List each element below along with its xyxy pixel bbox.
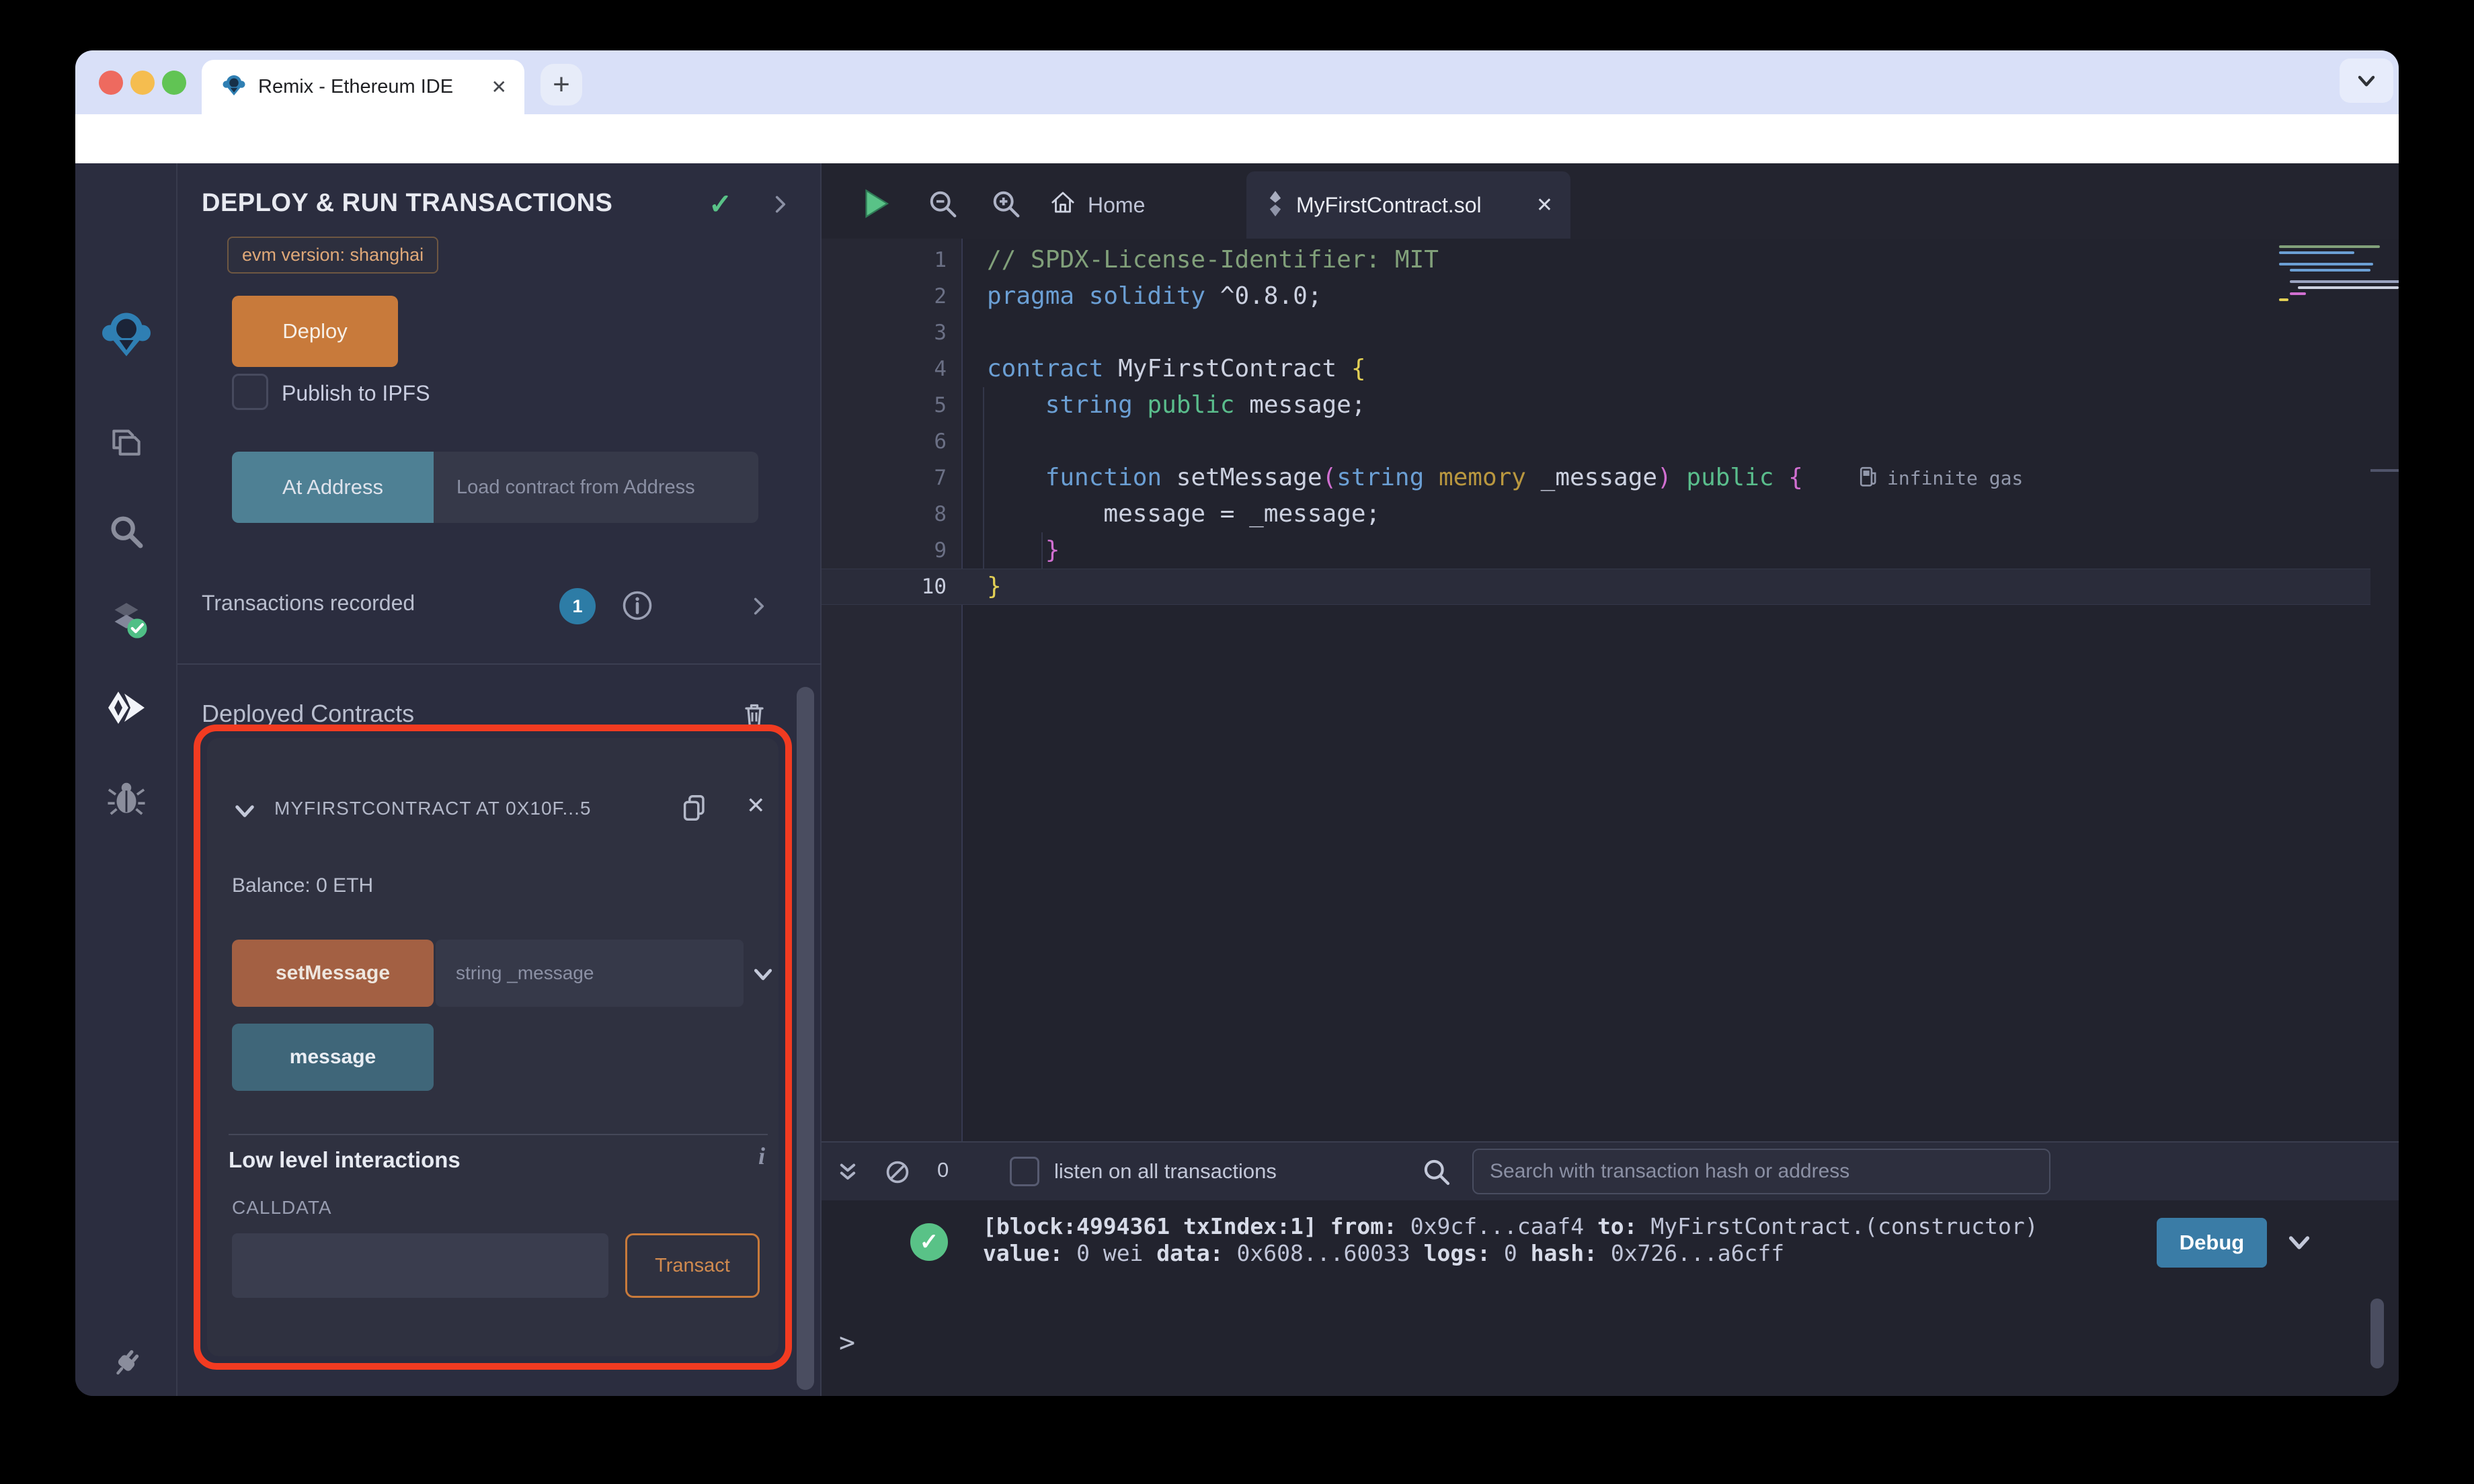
calldata-label: CALLDATA	[232, 1197, 332, 1218]
browser-tab-strip: Remix - Ethereum IDE ✕ +	[75, 50, 2399, 114]
run-script-play-icon[interactable]	[859, 188, 891, 223]
set-message-button[interactable]: setMessage	[232, 940, 434, 1007]
publish-ipfs-label: Publish to IPFS	[282, 381, 430, 405]
panel-scrollbar[interactable]	[797, 687, 814, 1390]
terminal-collapse-icon[interactable]	[834, 1158, 862, 1190]
plugin-manager-icon[interactable]	[102, 1339, 151, 1387]
solidity-compiler-icon[interactable]	[102, 593, 151, 642]
remix-favicon-icon	[222, 73, 246, 101]
editor-zoom-in-icon[interactable]	[991, 189, 1022, 223]
expand-args-chevron-icon[interactable]	[750, 962, 776, 991]
code-content[interactable]: // SPDX-License-Identifier: MIT pragma so…	[987, 242, 1803, 605]
solidity-file-icon	[1265, 190, 1285, 220]
copy-address-icon[interactable]	[679, 792, 710, 823]
deploy-run-icon[interactable]	[102, 684, 151, 732]
editor-minimap[interactable]	[2279, 245, 2399, 304]
transactions-count-badge: 1	[559, 588, 596, 624]
search-icon[interactable]	[102, 507, 151, 556]
tx-log-line-2[interactable]: value: 0 wei data: 0x608...60033 logs: 0…	[983, 1240, 2166, 1267]
at-address-button[interactable]: At Address	[232, 452, 434, 523]
macos-zoom-button[interactable]	[162, 71, 186, 95]
clear-console-icon[interactable]	[883, 1158, 912, 1190]
transaction-search-input[interactable]	[1472, 1149, 2050, 1194]
contract-balance: Balance: 0 ETH	[232, 874, 374, 897]
macos-minimize-button[interactable]	[130, 71, 155, 95]
deployed-contracts-title: Deployed Contracts	[202, 700, 415, 727]
deploy-button[interactable]: Deploy	[232, 296, 398, 367]
debug-button[interactable]: Debug	[2157, 1218, 2267, 1268]
tx-success-check-icon: ✓	[910, 1223, 948, 1261]
new-tab-button[interactable]: +	[541, 64, 582, 106]
message-getter-button[interactable]: message	[232, 1024, 434, 1091]
transactions-recorded-label: Transactions recorded	[202, 591, 415, 615]
indent-guide	[983, 387, 984, 569]
panel-chevron-right-icon[interactable]	[769, 193, 792, 219]
tab-search-chevron-icon[interactable]	[2340, 58, 2393, 103]
debugger-icon[interactable]	[102, 772, 151, 821]
panel-check-icon: ✓	[709, 188, 733, 220]
editor-scrollbar-marker[interactable]	[2370, 469, 2399, 472]
low-level-interactions-title: Low level interactions	[229, 1147, 461, 1172]
gas-estimate-annotation: infinite gas	[1859, 462, 2023, 494]
tab-myfirstcontract-sol[interactable]: MyFirstContract.sol ✕	[1246, 171, 1570, 239]
terminal-search-icon	[1421, 1157, 1451, 1190]
transactions-chevron-right-icon[interactable]	[748, 595, 770, 621]
home-icon	[1049, 188, 1077, 222]
remix-logo-icon	[102, 310, 151, 358]
evm-version-badge: evm version: shanghai	[227, 237, 439, 274]
transact-button[interactable]: Transact	[625, 1233, 760, 1298]
tx-log-line-1[interactable]: [block:4994361 txIndex:1] from: 0x9cf...…	[983, 1213, 2166, 1240]
card-divider	[229, 1134, 768, 1135]
calldata-input[interactable]	[232, 1233, 608, 1298]
tab-title: Remix - Ethereum IDE	[258, 76, 454, 97]
load-contract-address-input[interactable]	[434, 452, 758, 523]
editor-zoom-out-icon[interactable]	[928, 189, 959, 223]
gas-pump-icon	[1859, 464, 1879, 492]
home-tab-label: Home	[1088, 192, 1146, 217]
file-explorer-icon[interactable]	[102, 417, 151, 466]
tab-home[interactable]: Home	[1049, 171, 1197, 239]
tab-close-icon[interactable]: ✕	[491, 76, 507, 98]
panel-title: DEPLOY & RUN TRANSACTIONS	[202, 189, 613, 217]
macos-close-button[interactable]	[99, 71, 123, 95]
file-tab-label: MyFirstContract.sol	[1296, 192, 1482, 217]
remove-contract-icon[interactable]: ✕	[746, 792, 766, 819]
remix-icon-rail	[75, 163, 177, 1396]
set-message-arg-input[interactable]	[436, 940, 744, 1007]
transactions-info-icon[interactable]	[621, 589, 653, 622]
contract-instance-title: MYFIRSTCONTRACT AT 0X10F...5	[274, 798, 592, 819]
browser-window: Remix - Ethereum IDE ✕ + remix.ethereum.…	[75, 50, 2399, 1396]
publish-ipfs-checkbox[interactable]	[232, 374, 268, 410]
pending-tx-count: 0	[937, 1158, 949, 1182]
listen-transactions-label: listen on all transactions	[1054, 1159, 1277, 1183]
file-tab-close-icon[interactable]: ✕	[1536, 194, 1553, 217]
gas-annotation-label: infinite gas	[1887, 466, 2024, 489]
expand-log-chevron-icon[interactable]	[2284, 1228, 2314, 1261]
line-numbers: 1 2 3 4 5 6 7 8 9 10	[921, 248, 947, 599]
listen-transactions-checkbox[interactable]	[1010, 1157, 1039, 1186]
contract-collapse-chevron-icon[interactable]	[231, 798, 258, 828]
browser-tab[interactable]: Remix - Ethereum IDE ✕	[202, 60, 524, 114]
terminal-prompt[interactable]: >	[839, 1327, 855, 1358]
panel-divider	[177, 663, 822, 665]
browser-toolbar: remix.ethereum.org/#lang=en&optimize=fal…	[75, 114, 2399, 223]
low-level-info-icon[interactable]: i	[758, 1142, 765, 1170]
terminal-scrollbar[interactable]	[2370, 1298, 2384, 1368]
